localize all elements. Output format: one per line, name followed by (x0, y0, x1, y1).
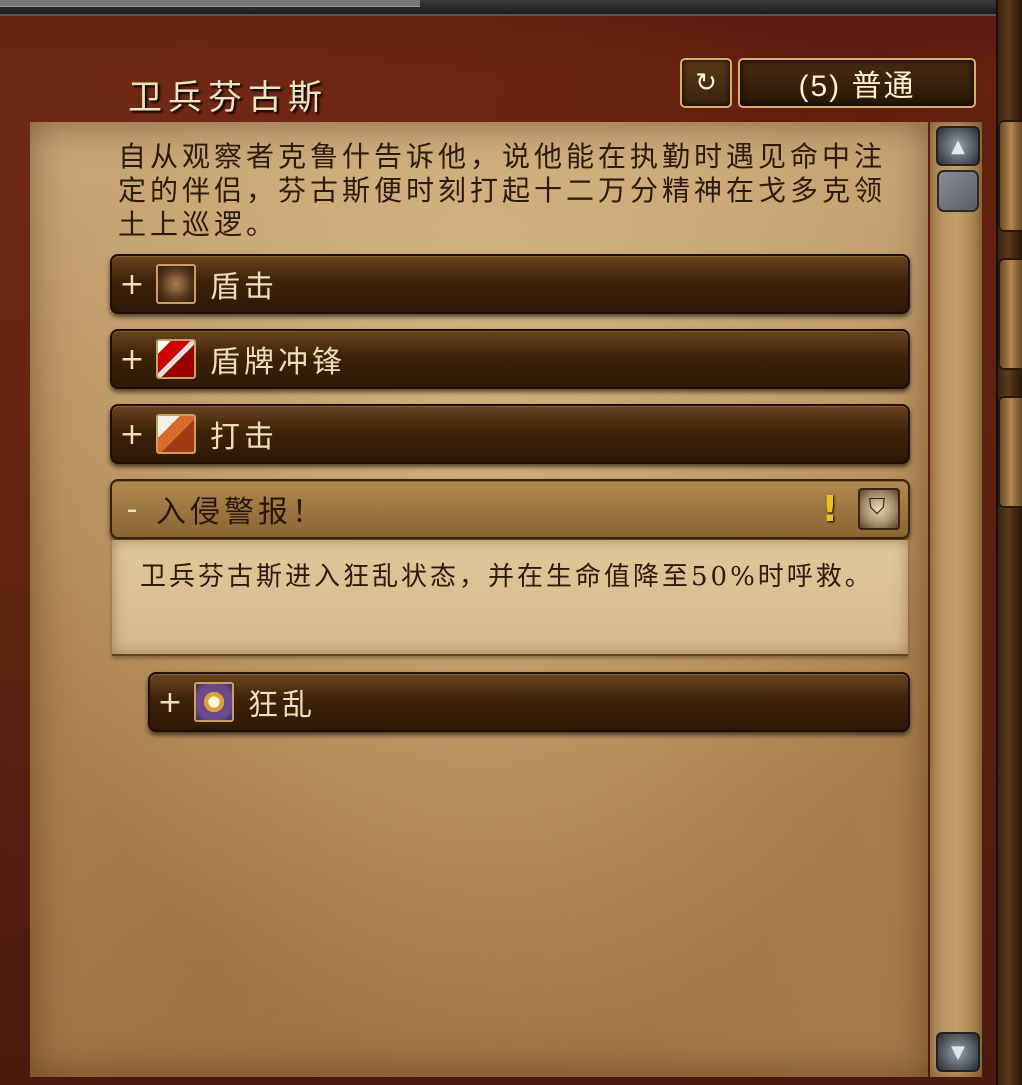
window-top-frame (0, 0, 1022, 16)
ability-header-shield-charge[interactable]: + 盾牌冲锋 (110, 329, 910, 389)
expand-toggle: + (119, 266, 149, 302)
ability-description: 卫兵芬古斯进入狂乱状态，并在生命值降至50%时呼救。 (140, 562, 874, 592)
side-tab-3[interactable] (998, 396, 1022, 508)
scroll-down-icon: ▼ (951, 1041, 965, 1063)
expand-toggle: + (119, 341, 149, 377)
boss-title: 卫兵芬古斯 (128, 78, 328, 118)
expand-toggle: + (157, 684, 187, 720)
ability-label: 狂乱 (248, 688, 316, 723)
frenzy-icon (194, 682, 234, 722)
ability-label: 打击 (210, 420, 278, 455)
scrollbar-track[interactable] (930, 122, 982, 1077)
expand-toggle: + (119, 416, 149, 452)
ability-header-shield-bash[interactable]: + 盾击 (110, 254, 910, 314)
scrollbar-thumb[interactable] (937, 170, 979, 212)
strike-icon (156, 414, 196, 454)
tank-role-icon: ⛉ (858, 488, 900, 530)
ability-label: 盾击 (210, 270, 278, 305)
scroll-up-icon: ▲ (951, 135, 965, 157)
reset-icon: ↻ (695, 68, 717, 98)
important-alert-icon: ! (821, 489, 842, 530)
difficulty-dropdown[interactable]: (5) 普通 (738, 58, 976, 108)
ability-header-strike[interactable]: + 打击 (110, 404, 910, 464)
lore-text: 自从观察者克鲁什告诉他，说他能在执勤时遇见命中注定的伴侣，芬古斯便时刻打起十二万… (118, 140, 887, 241)
side-tab-1[interactable] (998, 120, 1022, 232)
ability-label: 盾牌冲锋 (210, 345, 346, 380)
shield-bash-icon (156, 264, 196, 304)
top-bar (0, 0, 420, 7)
ability-header-frenzy[interactable]: + 狂乱 (148, 672, 910, 732)
ability-header-intruder-alert[interactable]: - 入侵警报！ ! ⛉ (110, 479, 910, 539)
collapse-toggle: - (126, 491, 142, 527)
side-tab-2[interactable] (998, 258, 1022, 370)
shield-charge-icon (156, 339, 196, 379)
reset-button[interactable]: ↻ (680, 58, 732, 108)
ability-description-panel: 卫兵芬古斯进入狂乱状态，并在生命值降至50%时呼救。 (112, 540, 908, 656)
scroll-up-button[interactable]: ▲ (936, 126, 980, 166)
scroll-down-button[interactable]: ▼ (936, 1032, 980, 1072)
ability-label: 入侵警报！ (156, 495, 326, 530)
